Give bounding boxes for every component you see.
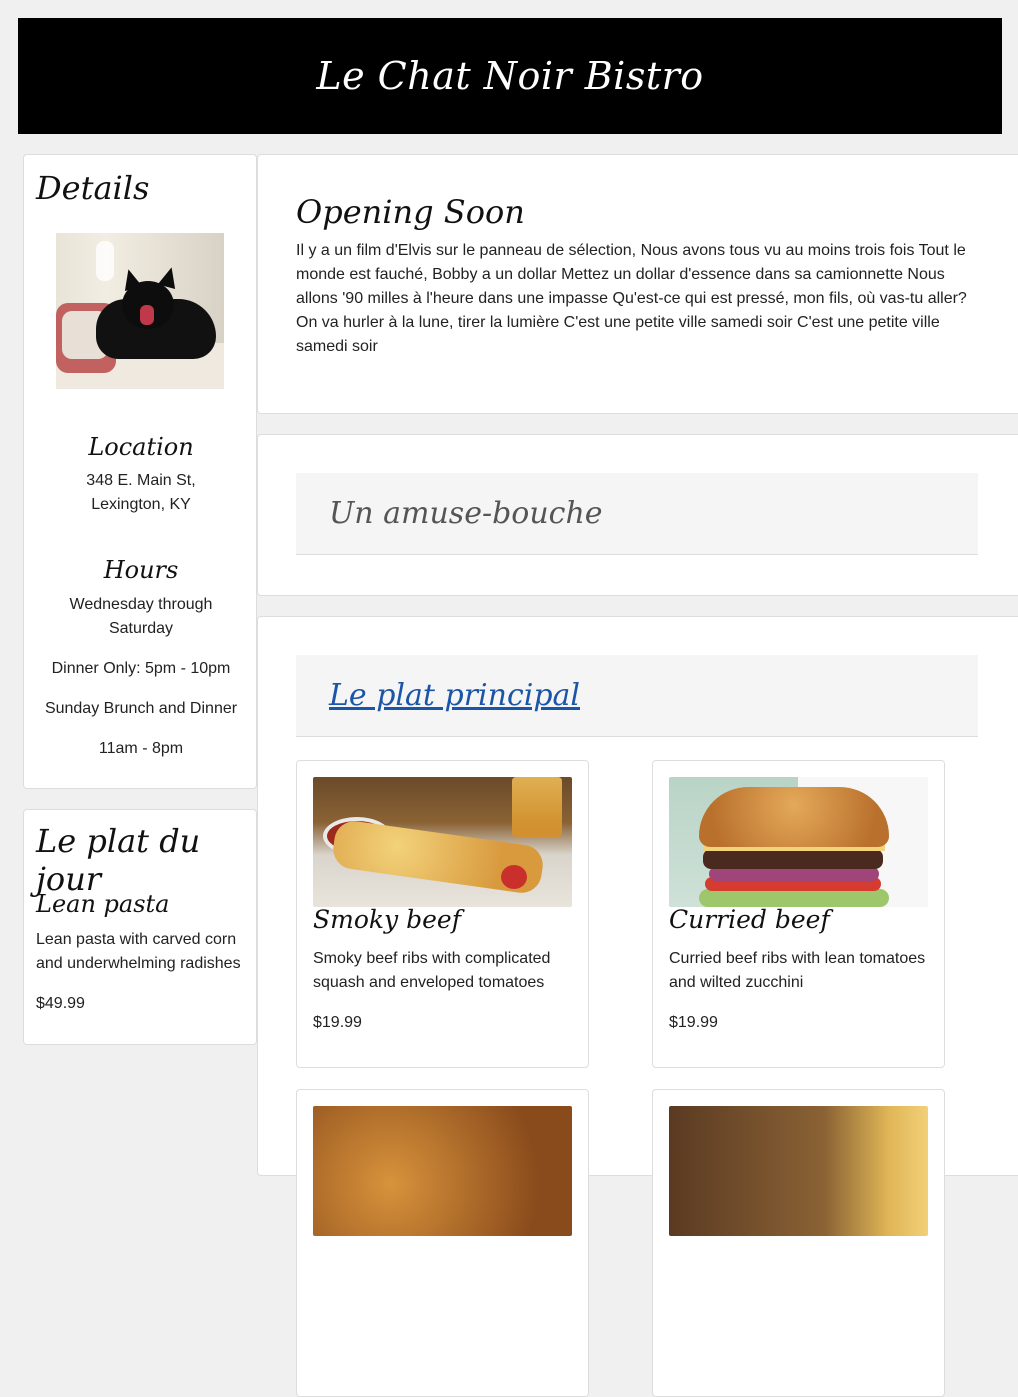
address-line-1: 348 E. Main St, [86,472,196,489]
dish-card: Smoky beef Smoky beef ribs with complica… [296,760,589,1068]
details-card: Details Location 348 E. Main St, Lexingt… [23,154,257,789]
dish-photo [313,777,572,907]
opening-heading: Opening Soon [296,193,525,231]
sunday-label: Sunday Brunch and Dinner [44,700,238,717]
amuse-heading: Un amuse-bouche [329,496,603,531]
dish-photo [313,1106,572,1236]
dinner-hours: Dinner Only: 5pm - 10pm [51,660,231,677]
dish-card [652,1089,945,1397]
amuse-panel-header: Un amuse-bouche [296,473,978,555]
daily-special-card: Le plat du jour Lean pasta Lean pasta wi… [23,809,257,1045]
dish-description: Curried beef ribs with lean tomatoes and… [669,950,926,991]
special-name: Lean pasta [36,890,170,918]
dish-photo [669,777,928,907]
address-line-2: Lexington, KY [91,496,191,513]
dish-name: Curried beef [669,905,830,934]
amuse-bouche-card: Un amuse-bouche [257,434,1018,596]
hours-heading: Hours [103,556,179,584]
opening-soon-card: Opening Soon Il y a un film d'Elvis sur … [257,154,1018,414]
main-course-card: Le plat principal Smoky beef Smoky beef … [257,616,1018,1397]
dish-description: Smoky beef ribs with complicated squash … [313,950,551,991]
site-header: Le Chat Noir Bistro [18,18,1002,134]
sunday-hours: 11am - 8pm [98,740,184,757]
special-description: Lean pasta with carved corn and underwhe… [36,931,241,972]
main-course-link[interactable]: Le plat principal [329,678,580,713]
dish-name: Smoky beef [313,905,461,934]
dish-price: $19.99 [669,1014,718,1031]
opening-text: Il y a un film d'Elvis sur le panneau de… [296,242,967,355]
special-price: $49.99 [36,995,85,1012]
dish-photo [669,1106,928,1236]
dish-card [296,1089,589,1397]
black-cat-photo [56,233,224,389]
main-course-panel-header: Le plat principal [296,655,978,737]
hours-line-2: Saturday [108,620,174,637]
dish-card: Curried beef Curried beef ribs with lean… [652,760,945,1068]
dish-price: $19.99 [313,1014,362,1031]
location-heading: Location [88,433,194,461]
special-heading: Le plat du jour [36,822,201,898]
hours-line-1: Wednesday through [69,596,213,613]
site-title: Le Chat Noir Bistro [316,54,704,98]
details-heading: Details [36,169,150,207]
